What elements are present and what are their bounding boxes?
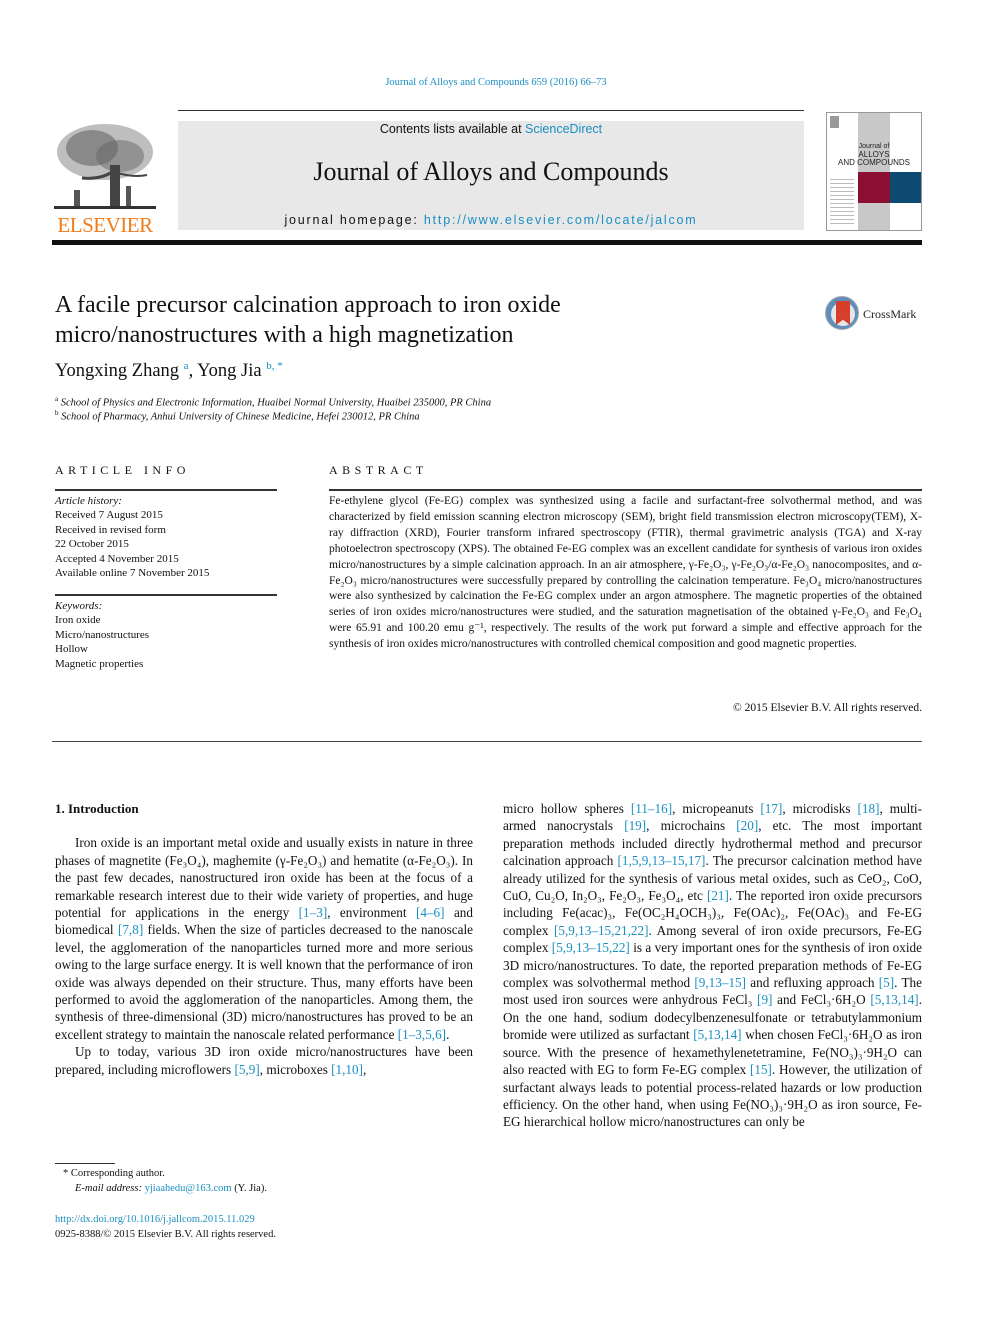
citation-link[interactable]: [17] [760,801,782,816]
cover-block-red [858,172,890,203]
author-affiliation-marker[interactable]: a [184,360,189,372]
keyword: Magnetic properties [55,657,144,670]
affiliation: b School of Pharmacy, Anhui University o… [55,409,420,423]
affiliation-text: School of Pharmacy, Anhui University of … [61,411,420,423]
citation-link[interactable]: [1,10] [331,1062,363,1077]
paragraph: Up to today, various 3D iron oxide micro… [55,1044,473,1077]
affiliation-marker: b [55,409,59,417]
abstract-copyright: © 2015 Elsevier B.V. All rights reserved… [733,702,922,714]
paragraph: micro hollow spheres [11–16], micropeanu… [503,801,923,1130]
crossmark-label: CrossMark [863,307,917,321]
divider [329,489,922,491]
email-link[interactable]: yjiaahedu@163.com [145,1183,232,1194]
history-label: Article history: [55,495,122,507]
citation-link[interactable]: [9] [757,992,772,1007]
history-item: Accepted 4 November 2015 [55,552,179,565]
author-name[interactable]: Yongxing Zhang [55,361,179,381]
body-column-left: 1. Introduction Iron oxide is an importa… [55,800,473,1078]
history-item: 22 October 2015 [55,538,129,551]
citation-link[interactable]: [21] [707,888,729,903]
citation-link[interactable]: [7,8] [118,922,143,937]
citation-link[interactable]: [5,13,14] [693,1027,741,1042]
crossmark-icon [825,296,859,330]
doi-block: http://dx.doi.org/10.1016/j.jallcom.2015… [55,1212,276,1242]
elsevier-tree-icon [54,124,156,209]
sciencedirect-link[interactable]: ScienceDirect [525,122,602,136]
email-suffix: (Y. Jia). [231,1183,267,1194]
article-history: Article history: Received 7 August 2015 … [55,494,277,580]
citation-link[interactable]: [9,13–15] [694,975,746,990]
article-info-heading: ARTICLE INFO [55,463,190,477]
header-rule [178,110,804,111]
citation-link[interactable]: [11–16] [631,801,672,816]
footnote: * Corresponding author. E-mail address: … [55,1166,473,1196]
article-title: A facile precursor calcination approach … [55,292,561,348]
citation-link[interactable]: [18] [857,801,879,816]
cover-title-line: AND COMPOUNDS [837,158,910,167]
affiliation-text: School of Physics and Electronic Informa… [60,397,492,409]
crossmark-button[interactable]: CrossMark [825,296,925,334]
corresponding-author-note: * Corresponding author. [63,1168,165,1179]
journal-title: Journal of Alloys and Compounds [313,157,669,186]
history-item: Received 7 August 2015 [55,509,163,522]
section-divider [52,741,922,742]
citation-link[interactable]: [5,9,13–15,22] [552,940,630,955]
author-affiliation-marker[interactable]: b, * [266,360,283,372]
citation-link[interactable]: [5,9,13–15,21,22] [554,923,649,938]
body-column-right: micro hollow spheres [11–16], micropeanu… [503,800,922,1131]
journal-masthead: Contents lists available at ScienceDirec… [178,121,804,230]
contents-line: Contents lists available at ScienceDirec… [178,121,804,137]
homepage-link[interactable]: http://www.elsevier.com/locate/jalcom [424,213,698,227]
keyword: Iron oxide [55,614,101,627]
keyword: Micro/nanostructures [55,628,150,641]
keywords: Keywords: Iron oxide Micro/nanostructure… [55,599,277,671]
homepage-label: journal homepage: [284,213,424,227]
affiliation-marker: a [55,395,59,403]
citation-link[interactable]: [20] [736,818,758,833]
keywords-label: Keywords: [55,600,103,612]
paragraph: Iron oxide is an important metal oxide a… [55,835,474,1042]
elsevier-logo[interactable]: ELSEVIER [52,120,158,238]
citation-link[interactable]: [19] [624,818,646,833]
history-item: Received in revised form [55,523,166,536]
citation-link[interactable]: [1,5,9,13–15,17] [618,853,706,868]
citation-link[interactable]: [5] [879,975,894,990]
citation-link[interactable]: [1–3,5,6] [398,1027,446,1042]
homepage-line: journal homepage: http://www.elsevier.co… [178,213,804,227]
citation-link[interactable]: [5,13,14] [870,992,918,1007]
footnote-rule [55,1163,115,1164]
citation-link[interactable]: [5,9] [234,1062,259,1077]
citation-link[interactable]: [1–3] [299,905,328,920]
divider [55,594,277,596]
journal-cover-thumbnail[interactable]: Journal of ALLOYS AND COMPOUNDS [826,112,922,231]
cover-logo [830,116,839,128]
email-line: E-mail address: yjiaahedu@163.com (Y. Ji… [55,1181,473,1196]
keyword: Hollow [55,643,88,656]
section-heading: 1. Introduction [55,801,139,816]
elsevier-wordmark: ELSEVIER [57,213,153,237]
doi-link[interactable]: http://dx.doi.org/10.1016/j.jallcom.2015… [55,1212,276,1227]
affiliation: a School of Physics and Electronic Infor… [55,395,491,409]
issn-copyright: 0925-8388/© 2015 Elsevier B.V. All right… [55,1229,276,1240]
cover-block-blue [890,172,921,203]
author-name[interactable]: Yong Jia [197,361,261,381]
history-item: Available online 7 November 2015 [55,567,210,580]
email-label: E-mail address: [75,1183,145,1194]
cover-title: Journal of ALLOYS AND COMPOUNDS [827,143,921,167]
cover-contents-lines [830,179,854,227]
contents-prefix: Contents lists available at [379,122,526,136]
masthead-thick-rule [52,240,922,245]
abstract-text: Fe-ethylene glycol (Fe-EG) complex was s… [329,495,922,651]
divider [55,489,277,491]
abstract-heading: ABSTRACT [329,463,428,477]
citation-link[interactable]: [4–6] [416,905,445,920]
running-head[interactable]: Journal of Alloys and Compounds 659 (201… [0,77,992,88]
citation-link[interactable]: [15] [750,1062,772,1077]
author-list: Yongxing Zhang a, Yong Jia b, * [55,360,283,382]
